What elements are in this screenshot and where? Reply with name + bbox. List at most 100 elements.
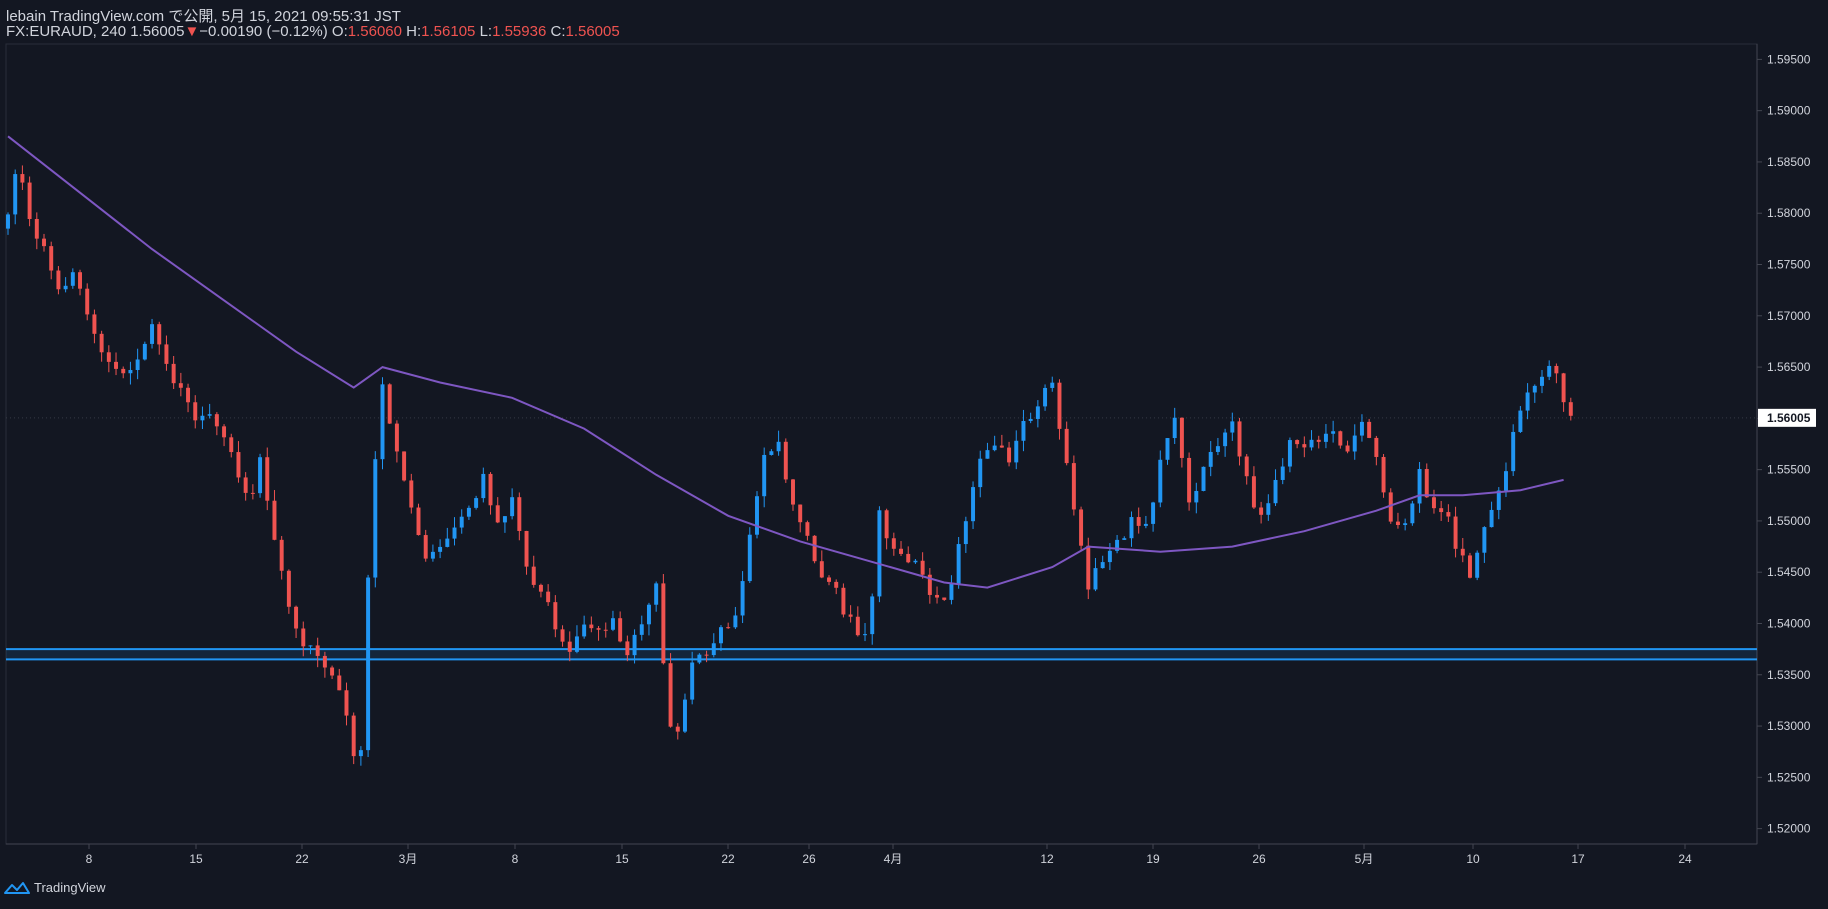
candle-body bbox=[690, 662, 695, 700]
time-tick-label: 24 bbox=[1678, 852, 1692, 866]
candle bbox=[150, 318, 155, 349]
candle-body bbox=[85, 288, 90, 315]
price-tick-label: 1.55000 bbox=[1767, 514, 1811, 528]
candle bbox=[1129, 511, 1134, 547]
candle bbox=[99, 330, 104, 362]
candle-body bbox=[99, 333, 104, 353]
candle bbox=[675, 723, 680, 740]
candle-body bbox=[978, 458, 983, 488]
candle-body bbox=[445, 538, 450, 547]
candle bbox=[70, 268, 75, 289]
support-zone[interactable] bbox=[6, 648, 1757, 661]
candle-body bbox=[1043, 387, 1048, 407]
candle-body bbox=[56, 270, 61, 290]
time-tick-label: 8 bbox=[512, 852, 519, 866]
candle bbox=[992, 435, 997, 452]
candle-body bbox=[1395, 521, 1400, 526]
candle-body bbox=[1431, 497, 1436, 509]
candle-body bbox=[495, 505, 500, 523]
candle bbox=[1460, 538, 1465, 563]
candle-body bbox=[1129, 517, 1134, 539]
candle-body bbox=[985, 450, 990, 459]
candle bbox=[661, 574, 666, 665]
candle-body bbox=[265, 457, 270, 501]
candle-body bbox=[1410, 503, 1415, 524]
candle-body bbox=[574, 636, 579, 652]
price-tick-label: 1.52000 bbox=[1767, 822, 1811, 836]
candle-body bbox=[92, 314, 97, 334]
candle bbox=[711, 633, 716, 658]
candle-body bbox=[250, 492, 255, 494]
candle-body bbox=[1439, 508, 1444, 513]
candle bbox=[1079, 506, 1084, 550]
candle-body bbox=[1460, 548, 1465, 556]
candle-body bbox=[366, 577, 371, 751]
candle bbox=[1568, 397, 1573, 421]
candle bbox=[1439, 501, 1444, 521]
candle-body bbox=[63, 285, 68, 290]
candle-body bbox=[625, 641, 630, 656]
candle-body bbox=[394, 423, 399, 452]
candle-body bbox=[430, 551, 435, 559]
candle bbox=[178, 372, 183, 397]
price-axis[interactable]: 1.59500 1.59000 1.58500 1.58000 1.57500 1.570… bbox=[1757, 52, 1811, 836]
candle-body bbox=[186, 387, 191, 403]
candle-body bbox=[416, 507, 421, 536]
candle-body bbox=[863, 634, 867, 636]
candle-body bbox=[452, 527, 457, 539]
candle bbox=[1194, 482, 1199, 514]
candle-body bbox=[1359, 421, 1364, 436]
candle-body bbox=[1367, 421, 1372, 438]
candle-body bbox=[1446, 512, 1451, 517]
candle-body bbox=[949, 583, 954, 600]
candle-body bbox=[1165, 438, 1170, 460]
candle-body bbox=[517, 497, 522, 531]
candle bbox=[1201, 466, 1206, 492]
price-tick-label: 1.58500 bbox=[1767, 155, 1811, 169]
candle bbox=[1323, 424, 1328, 449]
candle-body bbox=[956, 544, 961, 584]
candle-body bbox=[1561, 373, 1566, 403]
price-tick-label: 1.55500 bbox=[1767, 463, 1811, 477]
time-tick-label: 22 bbox=[295, 852, 309, 866]
candle bbox=[236, 441, 241, 483]
candle bbox=[956, 536, 961, 589]
candle bbox=[546, 584, 551, 606]
candle-body bbox=[1007, 447, 1012, 463]
candle-body bbox=[762, 454, 767, 497]
price-tick-label: 1.57000 bbox=[1767, 309, 1811, 323]
candle-body bbox=[279, 539, 284, 571]
candle-body bbox=[798, 504, 803, 523]
price-chart[interactable]: 1.59500 1.59000 1.58500 1.58000 1.57500 1.570… bbox=[0, 0, 1828, 909]
candle-body bbox=[387, 384, 392, 424]
candle bbox=[654, 581, 659, 612]
candle bbox=[1259, 501, 1264, 524]
candle-body bbox=[1338, 431, 1343, 446]
ma-line bbox=[7, 135, 1564, 589]
candle-body bbox=[258, 457, 263, 494]
candle-body bbox=[409, 480, 414, 508]
candle bbox=[315, 637, 320, 668]
candle-body bbox=[1316, 439, 1321, 442]
candle bbox=[1403, 518, 1408, 531]
candle-body bbox=[1424, 469, 1429, 498]
candle bbox=[1014, 430, 1019, 470]
candle-body bbox=[358, 750, 363, 757]
candle-body bbox=[819, 561, 824, 578]
price-tick-label: 1.59500 bbox=[1767, 52, 1811, 66]
candle-body bbox=[1064, 428, 1069, 464]
candle bbox=[740, 571, 745, 624]
candle bbox=[1352, 424, 1357, 460]
candle-body bbox=[1230, 421, 1235, 433]
candle bbox=[200, 406, 205, 430]
candle bbox=[502, 516, 507, 533]
candle-body bbox=[1179, 417, 1184, 458]
candle bbox=[1244, 454, 1249, 485]
candle-body bbox=[1331, 431, 1336, 434]
time-axis[interactable]: 8 15 22 3月 8 15 22 26 4月 12 19 26 5月 10 17 24 bbox=[86, 844, 1692, 866]
time-tick-label: 19 bbox=[1146, 852, 1160, 866]
last-price-tag: 1.56005 bbox=[1758, 408, 1816, 427]
candle bbox=[186, 383, 191, 413]
price-tick-label: 1.56500 bbox=[1767, 360, 1811, 374]
candle bbox=[344, 682, 349, 726]
